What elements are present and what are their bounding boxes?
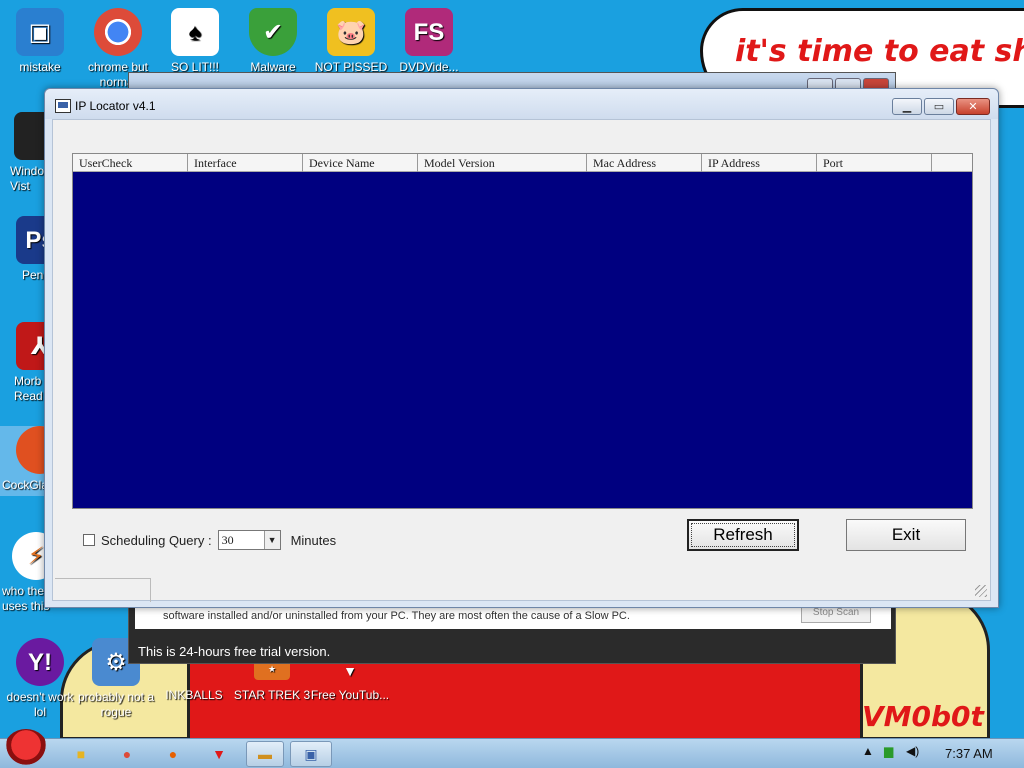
cards-icon: ♠ <box>171 8 219 56</box>
pdf-icon: ⅄ <box>16 322 44 370</box>
column-header-interface[interactable]: Interface <box>188 154 303 172</box>
exit-button[interactable]: Exit <box>846 519 966 551</box>
desktop-icon-label: doesn't work lol <box>6 690 74 719</box>
download-icon: ▼ <box>212 746 226 762</box>
desktop-icon-label: STAR TREK 3 <box>233 688 311 702</box>
desktop-icon-label: CockGla <box>2 478 48 492</box>
desktop-icon-label: probably not a rogue <box>77 690 155 719</box>
photoshop-icon: Ps <box>16 216 44 264</box>
show-hidden-icons-icon[interactable]: ▲ <box>862 744 874 758</box>
column-header-ip-address[interactable]: IP Address <box>702 154 817 172</box>
scheduling-label: Scheduling Query : <box>101 532 212 548</box>
desktop-icon-label: mistake <box>19 60 61 74</box>
desktop-icon-not-pissed[interactable]: 🐷 NOT PISSED <box>311 8 391 75</box>
app-icon <box>55 99 71 113</box>
column-header-usercheck[interactable]: UserCheck <box>73 154 188 172</box>
yahoo-icon: Y! <box>16 638 64 686</box>
titlebar[interactable]: IP Locator v4.1 ▁ ▭ ✕ <box>45 89 998 119</box>
start-button[interactable] <box>4 729 48 768</box>
column-header-port[interactable]: Port <box>817 154 932 172</box>
desktop-icon-label: Pen <box>22 268 44 282</box>
column-header-device-name[interactable]: Device Name <box>303 154 418 172</box>
column-header-model-version[interactable]: Model Version <box>418 154 587 172</box>
interval-unit-label: Minutes <box>290 532 337 548</box>
network-icon[interactable]: ▆ <box>884 744 893 758</box>
resize-grip-icon[interactable] <box>975 585 987 597</box>
chrome-icon: ● <box>122 746 132 762</box>
caption-buttons: ▁ ▭ ✕ <box>892 98 990 115</box>
desktop-icon-free-youtube[interactable]: ▼ Free YouTub... <box>310 658 390 703</box>
firefox-icon: ● <box>168 746 178 762</box>
taskbar-ip-locator[interactable]: ▣ <box>290 741 332 767</box>
window-title: IP Locator v4.1 <box>75 99 156 113</box>
refresh-button[interactable]: Refresh <box>687 519 799 551</box>
taskbar-clock[interactable]: 7:37 AM <box>945 746 993 761</box>
desktop-icon-windows-vista[interactable]: Windo Vist <box>0 112 44 194</box>
column-header-mac-address[interactable]: Mac Address <box>587 154 702 172</box>
scheduling-row: Scheduling Query : 30 ▼ Minutes <box>83 530 336 550</box>
minimize-button[interactable]: ▁ <box>892 98 922 115</box>
wallpaper-signature: VM0b0t <box>862 700 984 733</box>
trash-icon <box>14 112 44 160</box>
desktop-icon-label: Morb Read <box>14 374 43 403</box>
scheduling-checkbox[interactable] <box>83 534 95 546</box>
desktop-icon-label: INKBALLS <box>165 688 223 702</box>
maximize-button[interactable]: ▭ <box>924 98 954 115</box>
taskbar-folder[interactable]: ▬ <box>246 741 284 767</box>
shield-icon: ✔ <box>249 8 297 56</box>
status-bar <box>55 578 151 602</box>
interval-value: 30 <box>221 533 234 547</box>
desktop-icon-morb-read[interactable]: ⅄ Morb Read <box>0 322 44 404</box>
maximize-icon: ▭ <box>933 101 945 113</box>
explorer-icon: ■ <box>76 746 86 762</box>
desktop-icon-inkballs[interactable]: INKBALLS <box>154 658 234 703</box>
list-header: UserCheck Interface Device Name Model Ve… <box>73 154 972 172</box>
ip-locator-icon: ▣ <box>304 745 318 762</box>
close-button[interactable]: ✕ <box>956 98 990 115</box>
chevron-down-icon[interactable]: ▼ <box>263 531 280 549</box>
background-window-message: software installed and/or uninstalled fr… <box>163 610 630 622</box>
desktop-icon-so-lit[interactable]: ♠ SO LIT!!! <box>155 8 235 75</box>
desktop-icon-star-trek[interactable]: ★ STAR TREK 3 <box>232 658 312 703</box>
volume-icon[interactable]: ◀) <box>906 744 919 758</box>
taskbar-explorer[interactable]: ■ <box>66 741 96 767</box>
ip-locator-window: IP Locator v4.1 ▁ ▭ ✕ UserCheck Interfac… <box>44 88 999 608</box>
desktop-icon-yahoo[interactable]: Y! doesn't work lol <box>0 638 80 720</box>
desktop-icon-malware[interactable]: ✔ Malware <box>233 8 313 75</box>
window-client-area: UserCheck Interface Device Name Model Ve… <box>52 119 991 602</box>
taskbar-download[interactable]: ▼ <box>204 741 234 767</box>
desktop-icon-mistake[interactable]: ▣ mistake <box>0 8 80 75</box>
chrome-icon <box>94 8 142 56</box>
interval-select[interactable]: 30 ▼ <box>217 530 281 550</box>
fs-icon: FS <box>405 8 453 56</box>
close-icon: ✕ <box>968 101 978 113</box>
minimize-icon: ▁ <box>902 101 912 113</box>
column-header-filler <box>932 154 972 172</box>
desktop-icon-cockglass[interactable]: CockGla <box>0 426 48 496</box>
desktop-icon-label: Windo Vist <box>10 164 44 193</box>
taskbar-firefox[interactable]: ● <box>158 741 188 767</box>
angry-pig-icon: 🐷 <box>327 8 375 56</box>
bubble-text: it's time to eat shit and show <box>735 34 1024 69</box>
device-list[interactable]: UserCheck Interface Device Name Model Ve… <box>72 153 973 509</box>
trial-notice: This is 24-hours free trial version. <box>138 644 331 659</box>
folder-icon: ▬ <box>258 746 272 762</box>
desktop-icon-label: Free YouTub... <box>310 688 390 702</box>
desktop-icon-pen[interactable]: Ps Pen <box>0 216 44 283</box>
taskbar-chrome[interactable]: ● <box>112 741 142 767</box>
desktop-icon-dvdvideo[interactable]: FS DVDVide... <box>389 8 469 75</box>
computer-icon: ▣ <box>16 8 64 56</box>
